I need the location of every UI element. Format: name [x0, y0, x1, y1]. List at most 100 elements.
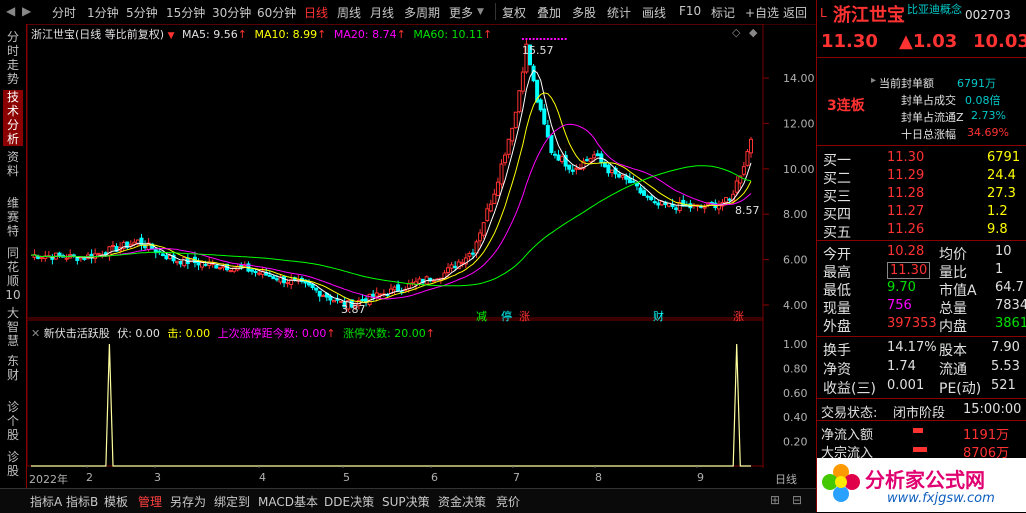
tool-overlay[interactable]: 叠加 [537, 4, 561, 21]
event-marker-limit-2[interactable]: 涨 [733, 308, 744, 324]
period-1min[interactable]: 1分钟 [87, 4, 119, 21]
tool-draw[interactable]: 画线 [642, 4, 666, 21]
stat2-value-2: 5.53 [991, 359, 1020, 374]
stat-value: 397353 [887, 316, 937, 331]
candle-body [107, 246, 112, 257]
candle-body [214, 265, 219, 269]
btn-indicator-a[interactable]: 指标A [30, 493, 62, 510]
tab-diagnose-stock[interactable]: 诊股 [3, 450, 23, 478]
tool-f10[interactable]: F10 [679, 4, 701, 18]
period-30min[interactable]: 30分钟 [212, 4, 251, 21]
candle-body [39, 257, 44, 260]
zoom-in-icon[interactable]: ⊞ [770, 493, 780, 507]
tool-back[interactable]: 返回 [783, 4, 807, 21]
chart-area[interactable]: 14.00 12.00 10.00 8.00 6.00 4.00 1.00 0.80 0.60 0… [26, 23, 815, 486]
net-inflow-bar [913, 428, 923, 433]
event-marker-limit[interactable]: 涨 [519, 308, 530, 324]
stat-label: 最低 [823, 283, 851, 299]
period-more[interactable]: 更多 [449, 4, 473, 21]
bid-price: 11.26 [887, 222, 925, 237]
btn-auction[interactable]: 竞价 [496, 493, 520, 510]
candle-body [470, 252, 475, 255]
signal-dot [557, 38, 560, 40]
date-label-feb: 2 [86, 471, 93, 484]
title-arrow-icon: ▼ [167, 31, 175, 41]
period-multi[interactable]: 多周期 [404, 4, 440, 21]
stat2-label: 净资 [823, 362, 851, 378]
period-monthly[interactable]: 月线 [370, 4, 394, 21]
kline-chart[interactable]: 14.00 12.00 10.00 8.00 6.00 4.00 1.00 0.80 0.60 0… [26, 23, 815, 468]
btn-fund[interactable]: 资金决策 [438, 493, 486, 510]
candle-body [446, 267, 451, 273]
period-toolbar: ◀ ▶ 分时 1分钟 5分钟 15分钟 30分钟 60分钟 日线 周线 月线 多… [0, 0, 816, 25]
candle-body [221, 265, 226, 269]
tab-dzh[interactable]: 大智慧 [3, 306, 23, 348]
event-marker-halt[interactable]: 停 [501, 308, 512, 324]
btn-macd[interactable]: MACD基本 [258, 493, 318, 510]
date-label-year: 2022年 [29, 473, 68, 486]
candle-body [659, 201, 664, 206]
stat-value-2: 7834 [995, 298, 1026, 313]
candle-body [310, 283, 315, 289]
period-intraday[interactable]: 分时 [52, 4, 76, 21]
back-arrow-icon[interactable]: ◀ [6, 4, 15, 18]
date-label-jun: 6 [431, 471, 438, 484]
btn-dde[interactable]: DDE决策 [324, 493, 374, 510]
indicator-close-icon[interactable]: ✕ [31, 327, 40, 340]
tool-mark[interactable]: 标记 [711, 4, 735, 21]
signal-dot [564, 38, 567, 40]
tool-add-watchlist[interactable]: +自选 [745, 4, 779, 21]
event-marker-finance[interactable]: 财 [653, 308, 664, 324]
tool-multi-stock[interactable]: 多股 [572, 4, 596, 21]
tab-ths10[interactable]: 同花顺10 [3, 246, 23, 302]
period-weekly[interactable]: 周线 [337, 4, 361, 21]
candle-body [513, 111, 518, 129]
more-dropdown-icon[interactable]: ▼ [477, 7, 484, 17]
candle-body [538, 99, 543, 111]
high-price-label: 15.57 [522, 44, 554, 57]
concept-tag[interactable]: 比亚迪概念 [907, 1, 962, 17]
bid-price: 11.30 [887, 150, 925, 165]
period-5min[interactable]: 5分钟 [126, 4, 158, 21]
tool-stats[interactable]: 统计 [607, 4, 631, 21]
btn-bind-to[interactable]: 绑定到 [214, 493, 250, 510]
candle-body [727, 198, 732, 201]
candle-body [175, 260, 180, 264]
btn-sup[interactable]: SUP决策 [382, 493, 430, 510]
tab-wst[interactable]: 维赛特 [3, 196, 23, 238]
tool-adjust[interactable]: 复权 [502, 4, 526, 21]
forward-arrow-icon[interactable]: ▶ [22, 4, 31, 18]
btn-manage[interactable]: 管理 [138, 493, 162, 510]
period-15min[interactable]: 15分钟 [166, 4, 205, 21]
date-label-sep: 9 [697, 471, 704, 484]
candle-body [228, 269, 233, 273]
candle-body [645, 195, 650, 198]
event-marker-reduce[interactable]: 减 [476, 308, 487, 324]
stat2-value: 1.74 [887, 359, 916, 374]
period-60min[interactable]: 60分钟 [257, 4, 296, 21]
tab-technical[interactable]: 技术分析 [3, 90, 23, 146]
indicator-name[interactable]: 新伏击活跃股 [44, 327, 110, 340]
indicator-ytick-label: 0.40 [783, 411, 808, 424]
candle-body [253, 270, 258, 273]
stat-value-2: 64.7 [995, 280, 1024, 295]
btn-template[interactable]: 模板 [104, 493, 128, 510]
diamond-icon-2[interactable]: ◆ [749, 26, 757, 39]
diamond-icon[interactable]: ◇ [732, 26, 740, 39]
last-price: 11.30 [821, 31, 878, 52]
tab-diagnose[interactable]: 诊个股 [3, 400, 23, 442]
candle-body [510, 127, 515, 142]
flower-logo-icon [822, 464, 860, 502]
tab-eastmoney[interactable]: 东财 [3, 354, 23, 382]
candle-body [592, 154, 597, 159]
candle-body [460, 262, 465, 265]
tab-intraday[interactable]: 分时走势 [3, 30, 23, 86]
btn-indicator-b[interactable]: 指标B [66, 493, 98, 510]
zoom-out-icon[interactable]: ⊟ [792, 493, 802, 507]
date-label-mar: 3 [154, 471, 161, 484]
tab-profile[interactable]: 资料 [3, 150, 23, 178]
indicator-toolbar: 指标A 指标B 模板 管理 另存为 绑定到 MACD基本 DDE决策 SUP决策… [0, 488, 816, 513]
signal-dot [529, 38, 532, 40]
period-daily[interactable]: 日线 [304, 4, 328, 21]
btn-save-as[interactable]: 另存为 [170, 493, 206, 510]
